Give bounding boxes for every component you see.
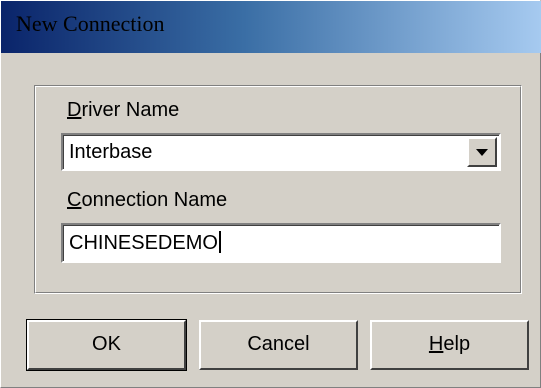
chevron-down-icon	[476, 149, 488, 156]
driver-name-select[interactable]: Interbase	[61, 133, 501, 171]
ok-button[interactable]: OK	[26, 319, 187, 371]
driver-name-label-text: river Name	[81, 99, 180, 121]
text-caret	[218, 231, 221, 253]
driver-name-label: Driver Name	[67, 99, 179, 122]
driver-name-accelerator: D	[67, 99, 82, 121]
driver-name-value: Interbase	[69, 141, 153, 163]
connection-name-value-wrap: CHINESEDEMO	[69, 231, 221, 255]
cancel-button[interactable]: Cancel	[199, 320, 358, 370]
help-accelerator: H	[428, 333, 444, 355]
connection-name-label-text: onnection Name	[81, 189, 228, 211]
driver-dropdown-button[interactable]	[467, 137, 497, 167]
connection-name-input[interactable]: CHINESEDEMO	[61, 223, 501, 263]
help-button-label: elp	[443, 333, 471, 355]
connection-name-label: Connection Name	[67, 189, 227, 212]
new-connection-dialog: New Connection Driver Name Interbase Con…	[0, 0, 541, 388]
title-bar[interactable]: New Connection	[1, 1, 541, 53]
connection-name-value: CHINESEDEMO	[69, 232, 218, 254]
window-title: New Connection	[16, 11, 165, 36]
connection-name-accelerator: C	[67, 189, 82, 211]
help-button[interactable]: Help	[370, 320, 529, 370]
